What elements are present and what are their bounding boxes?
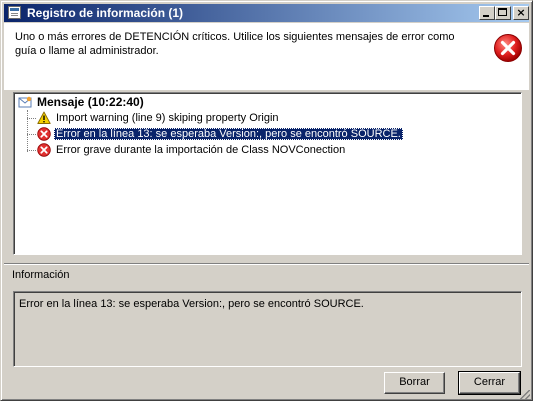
window-app-icon: [8, 6, 21, 19]
tree-item-label: Error grave durante la importación de Cl…: [56, 144, 346, 156]
close-icon: ×: [516, 6, 526, 19]
title-bar[interactable]: Registro de información (1) ×: [4, 4, 529, 22]
error-icon: [37, 143, 51, 157]
minimize-button[interactable]: [479, 6, 495, 20]
tree-item-label: Error en la línea 13: se esperaba Versio…: [54, 128, 403, 140]
tree-item-error[interactable]: Error grave durante la importación de Cl…: [37, 143, 347, 158]
maximize-button[interactable]: [495, 6, 511, 20]
close-dialog-button[interactable]: Cerrar: [458, 371, 521, 395]
tree-connector: [27, 134, 36, 136]
clear-button[interactable]: Borrar: [384, 372, 445, 394]
info-separator: [4, 263, 529, 264]
header-panel: Uno o más errores de DETENCIÓN críticos.…: [4, 23, 529, 90]
close-button[interactable]: ×: [513, 6, 529, 20]
header-message: Uno o más errores de DETENCIÓN críticos.…: [15, 31, 455, 57]
maximize-icon: [498, 8, 507, 16]
warning-icon: [37, 111, 51, 124]
tree-root-item[interactable]: Mensaje (10:22:40): [18, 95, 146, 110]
info-detail-box[interactable]: Error en la línea 13: se esperaba Versio…: [13, 291, 522, 367]
error-icon: [494, 34, 522, 62]
header-separator: [4, 89, 529, 90]
tree-item-error-selected[interactable]: Error en la línea 13: se esperaba Versio…: [37, 127, 403, 142]
tree-connector: [27, 150, 36, 152]
info-log-window: Registro de información (1) × Uno o más …: [0, 0, 533, 401]
tree-connector: [27, 110, 29, 152]
tree-item-label: Import warning (line 9) skiping property…: [56, 112, 279, 124]
resize-grip[interactable]: [520, 390, 530, 400]
tree-root-label: Mensaje (10:22:40): [37, 95, 144, 109]
tree-connector: [27, 118, 36, 120]
tree-item-warning[interactable]: Import warning (line 9) skiping property…: [37, 111, 281, 126]
minimize-icon: [483, 15, 489, 17]
info-detail-text: Error en la línea 13: se esperaba Versio…: [19, 298, 364, 310]
message-tree[interactable]: Mensaje (10:22:40) Import warning (line …: [13, 92, 522, 255]
message-envelope-icon: [18, 96, 32, 108]
info-section-label: Información: [12, 269, 70, 281]
window-title: Registro de información (1): [27, 6, 184, 20]
error-icon: [37, 127, 51, 141]
